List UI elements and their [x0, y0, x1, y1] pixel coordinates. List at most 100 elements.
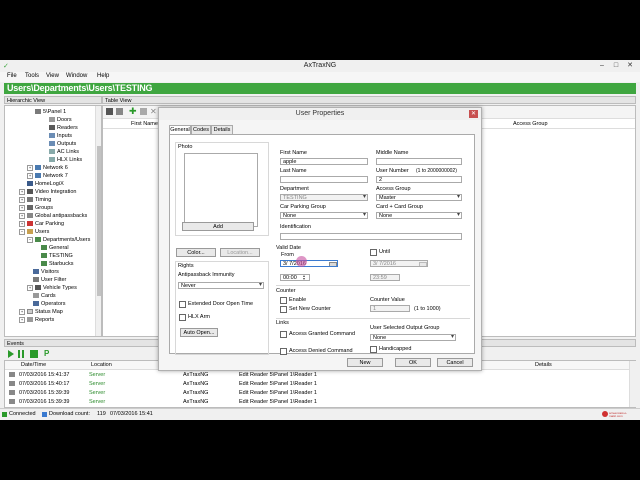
- output-group-select[interactable]: None: [370, 334, 456, 341]
- tree-item-reports[interactable]: + Reports: [19, 316, 54, 324]
- tree-item-inputs[interactable]: Inputs: [49, 132, 72, 140]
- expand-icon[interactable]: +: [19, 212, 25, 219]
- tree-item-readers[interactable]: Readers: [49, 124, 78, 132]
- tab-codes[interactable]: Codes: [191, 125, 211, 134]
- event-row[interactable]: 07/03/2016 15:40:17 Server AxTraxNG Edit Re…: [5, 380, 627, 388]
- minimize-icon[interactable]: –: [596, 61, 608, 71]
- expand-icon[interactable]: +: [19, 220, 25, 227]
- event-row[interactable]: 07/03/2016 15:41:37 Server AxTraxNG Edit Re…: [5, 371, 627, 379]
- tree-item-homelogix[interactable]: HomeLogiX: [27, 180, 64, 188]
- column-details[interactable]: Details: [535, 362, 552, 368]
- menu-window[interactable]: Window: [66, 73, 87, 79]
- card-group-select[interactable]: None: [376, 212, 462, 219]
- hlx-arm-checkbox[interactable]: [179, 314, 186, 321]
- play-icon[interactable]: [8, 350, 14, 358]
- tree-item-status-map[interactable]: + Status Map: [19, 308, 63, 316]
- tree-item-operators[interactable]: Operators: [33, 300, 65, 308]
- calendar-icon[interactable]: [329, 262, 337, 266]
- menu-help[interactable]: Help: [97, 73, 109, 79]
- until-checkbox[interactable]: [370, 249, 377, 256]
- tree-item-users[interactable]: − Users: [19, 228, 49, 236]
- collapse-icon[interactable]: −: [19, 228, 25, 235]
- ok-button[interactable]: OK: [395, 358, 431, 367]
- access-granted-checkbox[interactable]: [280, 331, 287, 338]
- pause-icon[interactable]: [18, 350, 24, 358]
- new-button[interactable]: New: [347, 358, 383, 367]
- tree-item-antipassbacks[interactable]: + Global antipassbacks: [19, 212, 87, 220]
- column-location[interactable]: Location: [91, 362, 112, 368]
- delete-icon[interactable]: ✕: [150, 108, 157, 116]
- menu-file[interactable]: File: [7, 73, 17, 79]
- scrollbar-thumb[interactable]: [97, 146, 101, 296]
- edit-icon[interactable]: [140, 108, 147, 115]
- tree-scrollbar[interactable]: [95, 106, 101, 336]
- tree-item-network-7[interactable]: + Network 7: [27, 172, 68, 180]
- expand-icon[interactable]: +: [19, 204, 25, 211]
- close-icon[interactable]: ✕: [624, 61, 636, 71]
- tree-item-panel[interactable]: 5\Panel 1: [35, 108, 66, 116]
- menu-view[interactable]: View: [46, 73, 59, 79]
- access-group-select[interactable]: Master: [376, 194, 462, 201]
- pin-icon[interactable]: P: [44, 349, 49, 358]
- auto-open-button[interactable]: Auto Open...: [180, 328, 218, 337]
- expand-icon[interactable]: +: [27, 284, 33, 291]
- cancel-button[interactable]: Cancel: [437, 358, 473, 367]
- column-access-group[interactable]: Access Group: [513, 121, 548, 127]
- expand-icon[interactable]: +: [19, 196, 25, 203]
- from-date-picker[interactable]: 3/ 7/2016: [280, 260, 338, 267]
- tree-item-network-6[interactable]: + Network 6: [27, 164, 68, 172]
- tree-item-testing[interactable]: TESTING: [41, 252, 73, 260]
- handicapped-checkbox[interactable]: [370, 346, 377, 353]
- tree-item-general[interactable]: General: [41, 244, 69, 252]
- tree-item-visitors[interactable]: Visitors: [33, 268, 59, 276]
- expand-icon[interactable]: +: [19, 188, 25, 195]
- extended-door-checkbox[interactable]: [179, 301, 186, 308]
- tree-item-outputs[interactable]: Outputs: [49, 140, 76, 148]
- expand-icon[interactable]: +: [27, 164, 33, 171]
- tab-details[interactable]: Details: [211, 125, 233, 134]
- enable-counter-checkbox[interactable]: [280, 297, 287, 304]
- tree-item-user-filter[interactable]: User Filter: [33, 276, 66, 284]
- options-icon[interactable]: [30, 350, 38, 358]
- tree-item-cards[interactable]: Cards: [33, 292, 56, 300]
- add-icon[interactable]: ✚: [129, 107, 137, 116]
- print-icon[interactable]: [116, 108, 123, 115]
- tree-item-timing[interactable]: + Timing: [19, 196, 51, 204]
- add-photo-button[interactable]: Add: [182, 222, 254, 231]
- event-row[interactable]: 07/03/2016 15:39:39 Server AxTraxNG Edit Re…: [5, 398, 627, 406]
- tree-item-hlx-links[interactable]: HLX Links: [49, 156, 82, 164]
- set-new-counter-checkbox[interactable]: [280, 306, 287, 313]
- collapse-icon[interactable]: −: [27, 236, 33, 243]
- user-number-input[interactable]: 2: [376, 176, 462, 183]
- hierarchic-tree[interactable]: 5\Panel 1 Doors Readers Inputs Outputs A…: [4, 105, 102, 337]
- menu-tools[interactable]: Tools: [25, 73, 39, 79]
- color-button[interactable]: Color...: [176, 248, 216, 257]
- middle-name-input[interactable]: [376, 158, 462, 165]
- tree-item-video[interactable]: + Video Integration: [19, 188, 77, 196]
- tree-item-departments[interactable]: − Departments/Users: [27, 236, 90, 244]
- expand-icon[interactable]: +: [19, 316, 25, 323]
- last-name-input[interactable]: [280, 176, 368, 183]
- properties-icon[interactable]: [106, 108, 113, 115]
- tree-item-doors[interactable]: Doors: [49, 116, 72, 124]
- access-denied-checkbox[interactable]: [280, 348, 287, 355]
- antipassback-select[interactable]: Never: [178, 282, 264, 289]
- photo-box[interactable]: [184, 153, 258, 227]
- first-name-input[interactable]: apple: [280, 158, 368, 165]
- tree-item-groups[interactable]: + Groups: [19, 204, 53, 212]
- events-scrollbar[interactable]: [629, 361, 636, 407]
- expand-icon[interactable]: +: [27, 172, 33, 179]
- maximize-icon[interactable]: □: [610, 61, 622, 71]
- column-datetime[interactable]: Date/Time: [21, 362, 46, 368]
- tree-item-car-parking[interactable]: + Car Parking: [19, 220, 64, 228]
- car-parking-select[interactable]: None: [280, 212, 368, 219]
- column-first-name[interactable]: First Name: [131, 121, 158, 127]
- from-time-spinner[interactable]: ▴ ▾: [303, 274, 309, 281]
- identification-input[interactable]: [280, 233, 462, 240]
- event-row[interactable]: 07/03/2016 15:39:39 Server AxTraxNG Edit Re…: [5, 389, 627, 397]
- dialog-close-icon[interactable]: ✕: [469, 110, 478, 118]
- tree-item-ac-links[interactable]: AC Links: [49, 148, 79, 156]
- tree-item-starbucks[interactable]: Starbucks: [41, 260, 73, 268]
- expand-icon[interactable]: +: [19, 308, 25, 315]
- tree-item-vehicle-types[interactable]: + Vehicle Types: [27, 284, 77, 292]
